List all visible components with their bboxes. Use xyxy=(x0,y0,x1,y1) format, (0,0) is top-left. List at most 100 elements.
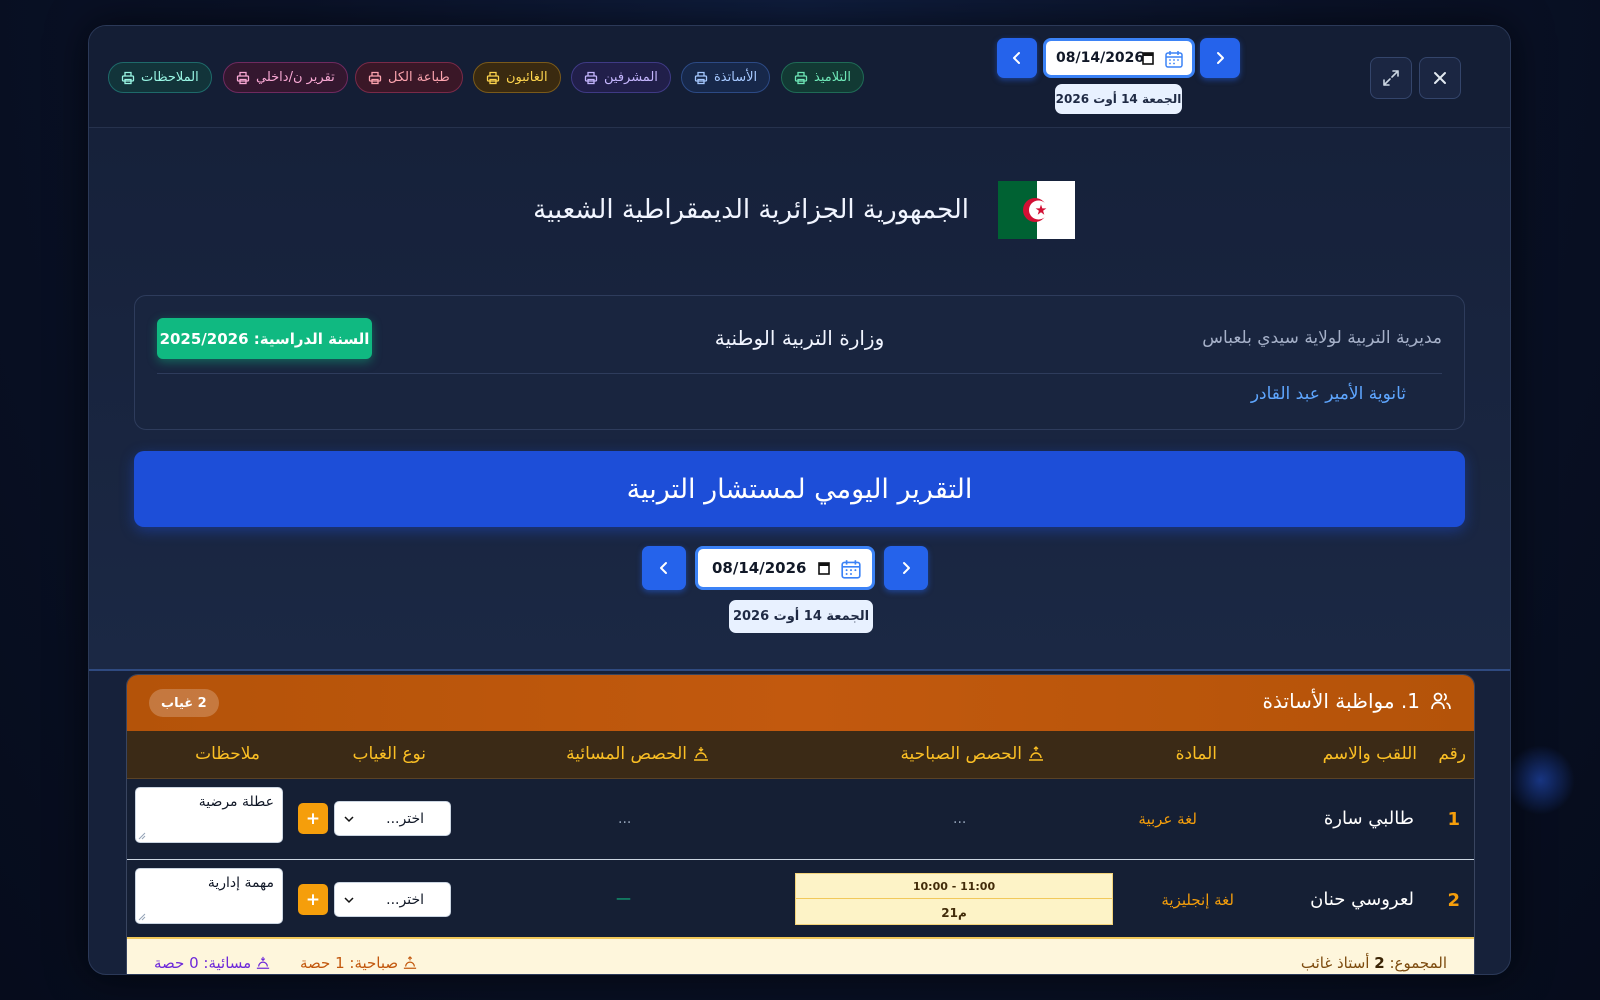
divider xyxy=(157,373,1442,374)
print-button[interactable]: الغائبون xyxy=(473,62,561,93)
col-name: اللقب والاسم xyxy=(1322,744,1417,764)
table-row: 1 طالبي سارة لغة عربية ... ... اختر... +… xyxy=(127,779,1474,859)
print-button-label: الملاحظات xyxy=(141,70,199,85)
printer-icon xyxy=(236,71,250,84)
session-time: 10:00 - 11:00 xyxy=(796,874,1112,899)
report-title-banner: التقرير اليومي لمستشار التربية xyxy=(134,451,1465,527)
crescent-star-icon xyxy=(1023,198,1048,222)
chevron-down-icon xyxy=(344,816,354,823)
absence-count-badge: 2 غياب xyxy=(149,689,219,717)
close-icon xyxy=(1434,72,1446,84)
morning-session-box: 10:00 - 11:00 2م1 xyxy=(795,873,1113,925)
printer-icon xyxy=(794,71,808,84)
republic-heading: الجمهورية الجزائرية الديمقراطية الشعبية xyxy=(89,181,1510,241)
school-name: ثانوية الأمير عبد القادر xyxy=(1250,384,1406,404)
print-button-label: الغائبون xyxy=(506,70,548,85)
chevron-left-icon xyxy=(1013,52,1020,64)
col-notes: ملاحظات xyxy=(195,744,260,764)
toolbar-date-input[interactable]: 08/14/2026 xyxy=(1043,38,1195,78)
section-title: 1. مواظبة الأساتذة xyxy=(1263,689,1452,713)
main-next-day-button[interactable] xyxy=(884,546,928,590)
teacher-name: طالبي سارة xyxy=(1323,808,1414,829)
report-header: الجمهورية الجزائرية الديمقراطية الشعبية … xyxy=(89,128,1510,671)
summary-bar: المجموع: 2 أستاذ غائب صباحية: 1 حصة مسائ… xyxy=(127,937,1474,974)
algeria-flag xyxy=(998,181,1075,239)
main-date-input[interactable]: 08/14/2026 xyxy=(695,546,875,590)
summary-total: المجموع: 2 أستاذ غائب xyxy=(1300,954,1447,972)
printer-icon xyxy=(584,71,598,84)
close-button[interactable] xyxy=(1419,57,1461,99)
row-number: 1 xyxy=(1447,809,1460,830)
toolbar-date-caption: الجمعة 14 أوت 2026 xyxy=(1055,84,1182,114)
col-evening: الحصص المسائية xyxy=(566,744,709,764)
print-button-label: طباعة الكل xyxy=(388,70,450,85)
resize-grip-icon xyxy=(138,832,146,840)
sunset-icon xyxy=(694,747,708,761)
absence-type-select[interactable]: اختر... xyxy=(334,882,451,917)
chevron-left-icon xyxy=(660,562,667,574)
resize-grip-icon xyxy=(138,913,146,921)
evening-sessions: — xyxy=(616,889,631,907)
print-button[interactable]: التلاميذ xyxy=(781,62,864,93)
table-header: رقم اللقب والاسم المادة الحصص الصباحية ا… xyxy=(127,731,1474,779)
expand-button[interactable] xyxy=(1370,57,1412,99)
print-button[interactable]: الملاحظات xyxy=(108,62,212,93)
section-header: 1. مواظبة الأساتذة 2 غياب xyxy=(127,675,1474,731)
print-button-label: التلاميذ xyxy=(814,70,851,85)
printer-icon xyxy=(486,71,500,84)
chevron-right-icon xyxy=(903,562,910,574)
republic-title: الجمهورية الجزائرية الديمقراطية الشعبية xyxy=(533,195,969,225)
calendar-icon xyxy=(1165,51,1183,68)
expand-icon xyxy=(1383,70,1399,86)
toolbar-date-value: 08/14/2026 xyxy=(1056,50,1145,66)
chevron-down-icon xyxy=(344,897,354,904)
col-num: رقم xyxy=(1438,744,1466,764)
users-icon xyxy=(1431,692,1451,710)
print-button[interactable]: تقرير ن/داخلي xyxy=(223,62,348,93)
row-number: 2 xyxy=(1447,890,1460,911)
col-absence-type: نوع الغياب xyxy=(352,744,426,764)
summary-evening: مسائية: 0 حصة xyxy=(154,954,270,972)
table-row: 2 لعروسي حنان لغة إنجليزية 10:00 - 11:00… xyxy=(127,860,1474,937)
notes-field[interactable]: مهمة إدارية xyxy=(135,868,283,924)
session-class: 2م1 xyxy=(941,905,967,920)
teacher-name: لعروسي حنان xyxy=(1310,889,1414,910)
summary-morning: صباحية: 1 حصة xyxy=(300,954,417,972)
print-button-label: تقرير ن/داخلي xyxy=(256,70,335,85)
main-date-caption: الجمعة 14 أوت 2026 xyxy=(729,600,873,633)
next-day-button[interactable] xyxy=(1200,38,1240,78)
teacher-subject: لغة عربية xyxy=(1138,810,1197,828)
teacher-subject: لغة إنجليزية xyxy=(1161,891,1234,909)
calendar-icon xyxy=(841,560,861,579)
col-morning: الحصص الصباحية xyxy=(900,744,1044,764)
directorate-name: مديرية التربية لولاية سيدي بلعباس xyxy=(1202,328,1442,348)
absence-type-select[interactable]: اختر... xyxy=(334,801,451,836)
main-prev-day-button[interactable] xyxy=(642,546,686,590)
add-absence-button[interactable]: + xyxy=(298,884,328,915)
evening-sessions: ... xyxy=(618,811,632,827)
background-glow xyxy=(1505,745,1575,815)
printer-icon xyxy=(121,71,135,84)
section-title-text: 1. مواظبة الأساتذة xyxy=(1262,689,1420,713)
printer-icon xyxy=(694,71,708,84)
print-button[interactable]: المشرفين xyxy=(571,62,671,93)
print-button[interactable]: طباعة الكل xyxy=(355,62,463,93)
printer-icon xyxy=(368,71,382,84)
main-date-value: 08/14/2026 xyxy=(712,559,807,577)
chevron-right-icon xyxy=(1217,52,1224,64)
calendar-small-icon xyxy=(1142,52,1154,65)
add-absence-button[interactable]: + xyxy=(298,803,328,834)
report-modal: التلاميذ الأساتذة المشرفين الغائبون طباعة ال… xyxy=(88,25,1511,975)
print-button-label: الأساتذة xyxy=(714,70,758,85)
sunrise-icon xyxy=(404,956,417,969)
prev-day-button[interactable] xyxy=(997,38,1037,78)
teacher-attendance-section: 1. مواظبة الأساتذة 2 غياب رقم اللقب والا… xyxy=(126,674,1475,974)
col-subject: المادة xyxy=(1175,744,1217,764)
morning-sessions: ... xyxy=(953,811,967,827)
toolbar: التلاميذ الأساتذة المشرفين الغائبون طباعة ال… xyxy=(89,26,1510,128)
print-button-label: المشرفين xyxy=(604,70,658,85)
calendar-small-icon xyxy=(818,562,830,575)
sunrise-icon xyxy=(1029,746,1043,761)
notes-field[interactable]: عطلة مرضية xyxy=(135,787,283,843)
print-button[interactable]: الأساتذة xyxy=(681,62,771,93)
